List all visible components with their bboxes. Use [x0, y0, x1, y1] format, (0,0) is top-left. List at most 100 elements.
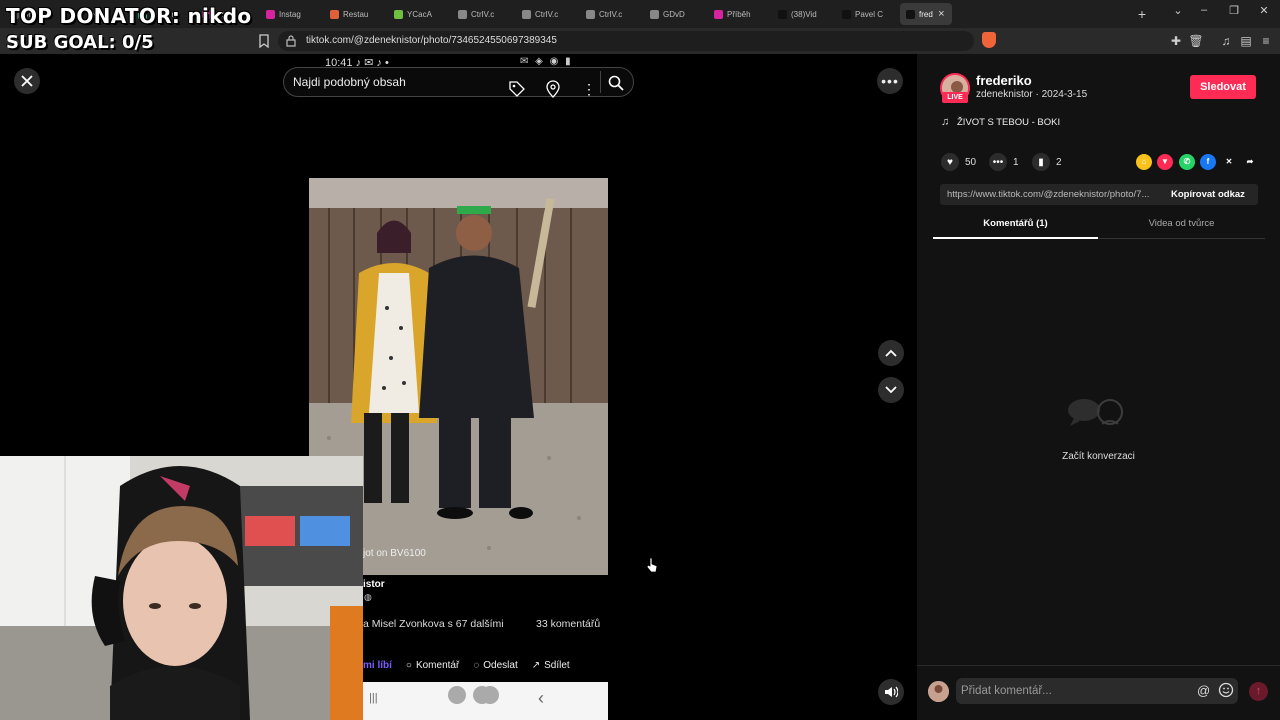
tab-favicon-icon — [266, 9, 275, 19]
browser-tab[interactable]: Příběh — [708, 3, 768, 25]
stream-top-donator: TOP DONATOR: nikdo — [6, 4, 252, 28]
music-note-icon: ♫ — [941, 116, 950, 128]
post-author-name: istor — [363, 579, 385, 590]
location-pin-icon — [546, 80, 560, 98]
tab-label: Restau — [343, 9, 369, 19]
whatsapp-icon[interactable]: ✆ — [1179, 154, 1195, 170]
post-date: 2024-3-15 — [1041, 89, 1088, 100]
tab-search-icon[interactable]: ⌄ — [1168, 4, 1188, 17]
browser-tab[interactable]: Pavel C — [836, 3, 896, 25]
tab-label: (38)Vid — [791, 9, 817, 19]
ellipsis-icon: ••• — [881, 73, 899, 89]
kebab-menu-icon[interactable]: ⋮ — [582, 80, 596, 98]
comment-bubble-icon: ••• — [989, 153, 1007, 171]
browser-tab[interactable]: fred × — [900, 3, 952, 25]
mention-icon[interactable]: @ — [1197, 683, 1210, 698]
tab-label: CtrlV.c — [599, 9, 623, 19]
comment-input[interactable] — [956, 678, 1238, 704]
author-username[interactable]: frederiko — [976, 73, 1032, 88]
browser-tab[interactable]: Instag — [260, 3, 320, 25]
tab-favicon-icon — [650, 9, 659, 19]
fb-comment-button: ○ Komentář — [406, 660, 459, 671]
tab-favicon-icon — [842, 9, 851, 19]
fb-share-label: Sdílet — [544, 659, 570, 671]
site-info-icon[interactable] — [286, 35, 296, 47]
sidebar-icon[interactable]: ▤ — [1238, 33, 1254, 49]
more-share-icon[interactable]: ➦ — [1242, 154, 1258, 170]
android-nav-bar: ||| ‹ — [363, 682, 608, 720]
hand-cursor-icon — [646, 557, 658, 573]
tab-comments[interactable]: Komentářů (1) — [933, 218, 1098, 239]
follow-button[interactable]: Sledovat — [1190, 75, 1256, 99]
browser-tab[interactable]: CtrlV.c — [452, 3, 512, 25]
send-to-friends-icon[interactable]: ▼ — [1157, 154, 1173, 170]
browser-tab[interactable]: CtrlV.c — [516, 3, 576, 25]
url-field[interactable]: tiktok.com/@zdeneknistor/photo/734652455… — [278, 31, 974, 51]
close-icon — [21, 75, 33, 87]
browser-tab[interactable]: Restau — [324, 3, 384, 25]
fb-action-row: mi líbí ○ Komentář ◌ Odeslat ↗ Sdílet — [363, 656, 608, 674]
tab-favicon-icon — [778, 9, 787, 19]
maximize-icon[interactable]: ❐ — [1224, 4, 1244, 17]
volume-button[interactable] — [878, 679, 904, 705]
close-viewer-button[interactable] — [14, 68, 40, 94]
tab-favicon-icon — [394, 9, 403, 19]
tab-label: Pavel C — [855, 9, 884, 19]
comment-bar-divider — [917, 665, 1280, 666]
tab-favicon-icon — [458, 9, 467, 19]
fb-send-label: Odeslat — [483, 659, 518, 671]
like-stat[interactable]: ♥ 50 — [941, 152, 976, 172]
media-icon[interactable]: ♫ — [1218, 33, 1234, 49]
save-count: 2 — [1056, 156, 1062, 168]
tab-label: YCacA — [407, 9, 432, 19]
menu-icon[interactable]: ≡ — [1258, 33, 1274, 49]
brave-shield-icon[interactable] — [982, 32, 996, 48]
tab-creator-videos[interactable]: Videa od tvůrce — [1098, 218, 1265, 239]
bookmark-fill-icon: ▮ — [1032, 153, 1050, 171]
speaker-icon — [885, 686, 898, 698]
tab-label: GDvD — [663, 9, 685, 19]
stream-sub-goal: SUB GOAL: 0/5 — [6, 32, 154, 53]
save-stat[interactable]: ▮ 2 — [1032, 152, 1062, 172]
browser-tab[interactable]: CtrlV.c — [580, 3, 640, 25]
search-placeholder[interactable]: Najdi podobný obsah — [293, 75, 406, 89]
more-options-button[interactable]: ••• — [877, 68, 903, 94]
facebook-icon[interactable]: f — [1200, 154, 1216, 170]
chevron-down-icon — [885, 386, 897, 394]
music-title[interactable]: ŽIVOT S TEBOU - BOKI — [957, 117, 1060, 128]
tab-label: CtrlV.c — [535, 9, 559, 19]
comment-stat[interactable]: ••• 1 — [989, 152, 1019, 172]
previous-post-button[interactable] — [878, 340, 904, 366]
browser-tab[interactable]: GDvD — [644, 3, 704, 25]
phone-status-right: ✉ ◈ ◉ ▮ — [520, 56, 573, 67]
fb-like-button: mi líbí — [363, 659, 392, 671]
next-post-button[interactable] — [878, 377, 904, 403]
close-tab-icon[interactable]: × — [937, 8, 946, 20]
trash-icon[interactable]: 🗑 — [1188, 33, 1204, 49]
minimize-icon[interactable]: – — [1194, 4, 1214, 16]
extensions-icon[interactable]: ✚ — [1168, 33, 1184, 49]
author-handle: zdeneknistor — [976, 89, 1033, 100]
emoji-icon[interactable] — [1218, 682, 1234, 698]
bookmark-icon[interactable] — [258, 34, 270, 48]
chevron-up-icon — [885, 349, 897, 357]
browser-tab[interactable]: YCacA — [388, 3, 448, 25]
copy-link-button[interactable]: Kopírovat odkaz — [1171, 189, 1245, 200]
tab-favicon-icon — [714, 9, 723, 19]
back-icon: ‹ — [538, 688, 544, 708]
post-link[interactable]: https://www.tiktok.com/@zdeneknistor/pho… — [947, 189, 1161, 200]
tab-favicon-icon — [586, 9, 595, 19]
embed-icon[interactable]: ⌂ — [1136, 154, 1152, 170]
browser-tab[interactable]: (38)Vid — [772, 3, 832, 25]
heart-icon: ♥ — [941, 153, 959, 171]
window-close-icon[interactable]: ✕ — [1254, 4, 1274, 17]
likes-summary: a Misel Zvonkova s 67 dalšími — [363, 618, 504, 630]
comment-icon: ○ — [405, 659, 412, 671]
tab-label: fred — [919, 9, 933, 19]
author-handle-date: zdeneknistor · 2024-3-15 — [976, 89, 1088, 100]
x-icon[interactable]: ✕ — [1221, 154, 1237, 170]
new-tab-button[interactable]: + — [1128, 6, 1156, 22]
search-icon[interactable] — [607, 74, 625, 92]
fb-send-button: ◌ Odeslat — [473, 660, 517, 671]
send-comment-button[interactable]: ↑ — [1249, 682, 1268, 701]
